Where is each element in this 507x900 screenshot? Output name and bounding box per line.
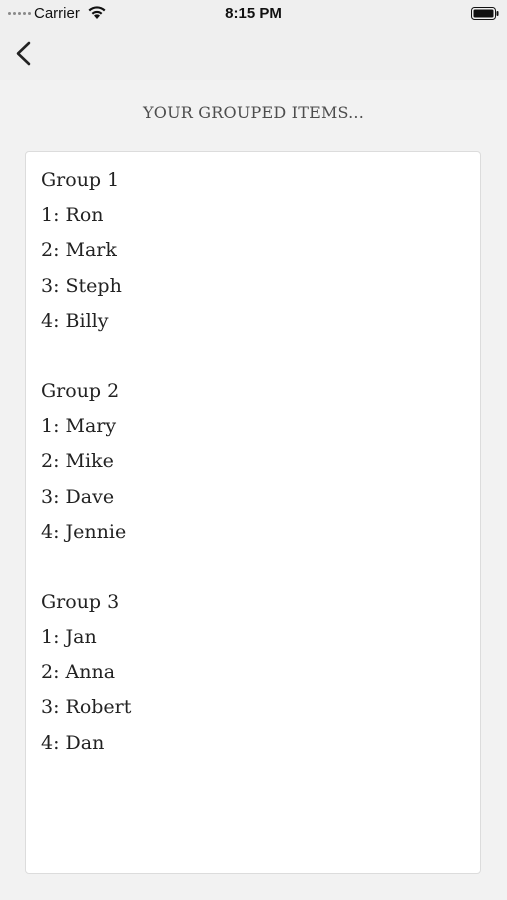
group-item: 2: Mike (41, 450, 114, 473)
back-button[interactable] (12, 38, 38, 70)
group-item: 3: Dave (41, 485, 115, 508)
group-item: 2: Anna (41, 661, 116, 684)
grouped-items-box[interactable]: Group 1 1: Ron 2: Mark 3: Steph 4: Billy… (25, 151, 481, 874)
status-time: 8:15 PM (225, 5, 282, 22)
battery-icon (471, 7, 499, 25)
status-bar: Carrier 8:15 PM (0, 0, 507, 28)
group-item: 3: Robert (41, 696, 132, 719)
navigation-bar (0, 28, 507, 80)
page-title: YOUR GROUPED ITEMS... (143, 103, 364, 122)
group-item: 1: Mary (41, 415, 117, 438)
group-item: 1: Ron (41, 204, 104, 227)
grouped-items-text: Group 1 1: Ron 2: Mark 3: Steph 4: Billy… (41, 165, 131, 798)
group-block-3: Group 3 1: Jan 2: Anna 3: Robert 4: Dan (41, 587, 131, 763)
group-item: 4: Billy (41, 309, 109, 332)
group-item: 2: Mark (41, 239, 117, 262)
group-block-2: Group 2 1: Mary 2: Mike 3: Dave 4: Jenni… (41, 376, 131, 552)
group-item: 4: Jennie (41, 520, 127, 543)
group-item: 1: Jan (41, 626, 97, 649)
group-title: Group 3 (41, 590, 120, 613)
chevron-left-icon (16, 41, 31, 66)
app-screen: Carrier 8:15 PM YOUR GROUPED ITEMS... Gr… (0, 0, 507, 900)
group-block-1: Group 1 1: Ron 2: Mark 3: Steph 4: Billy (41, 165, 131, 341)
group-item: 4: Dan (41, 731, 105, 754)
group-title: Group 1 (41, 169, 120, 191)
group-title: Group 2 (41, 379, 120, 402)
group-item: 3: Steph (41, 274, 122, 297)
